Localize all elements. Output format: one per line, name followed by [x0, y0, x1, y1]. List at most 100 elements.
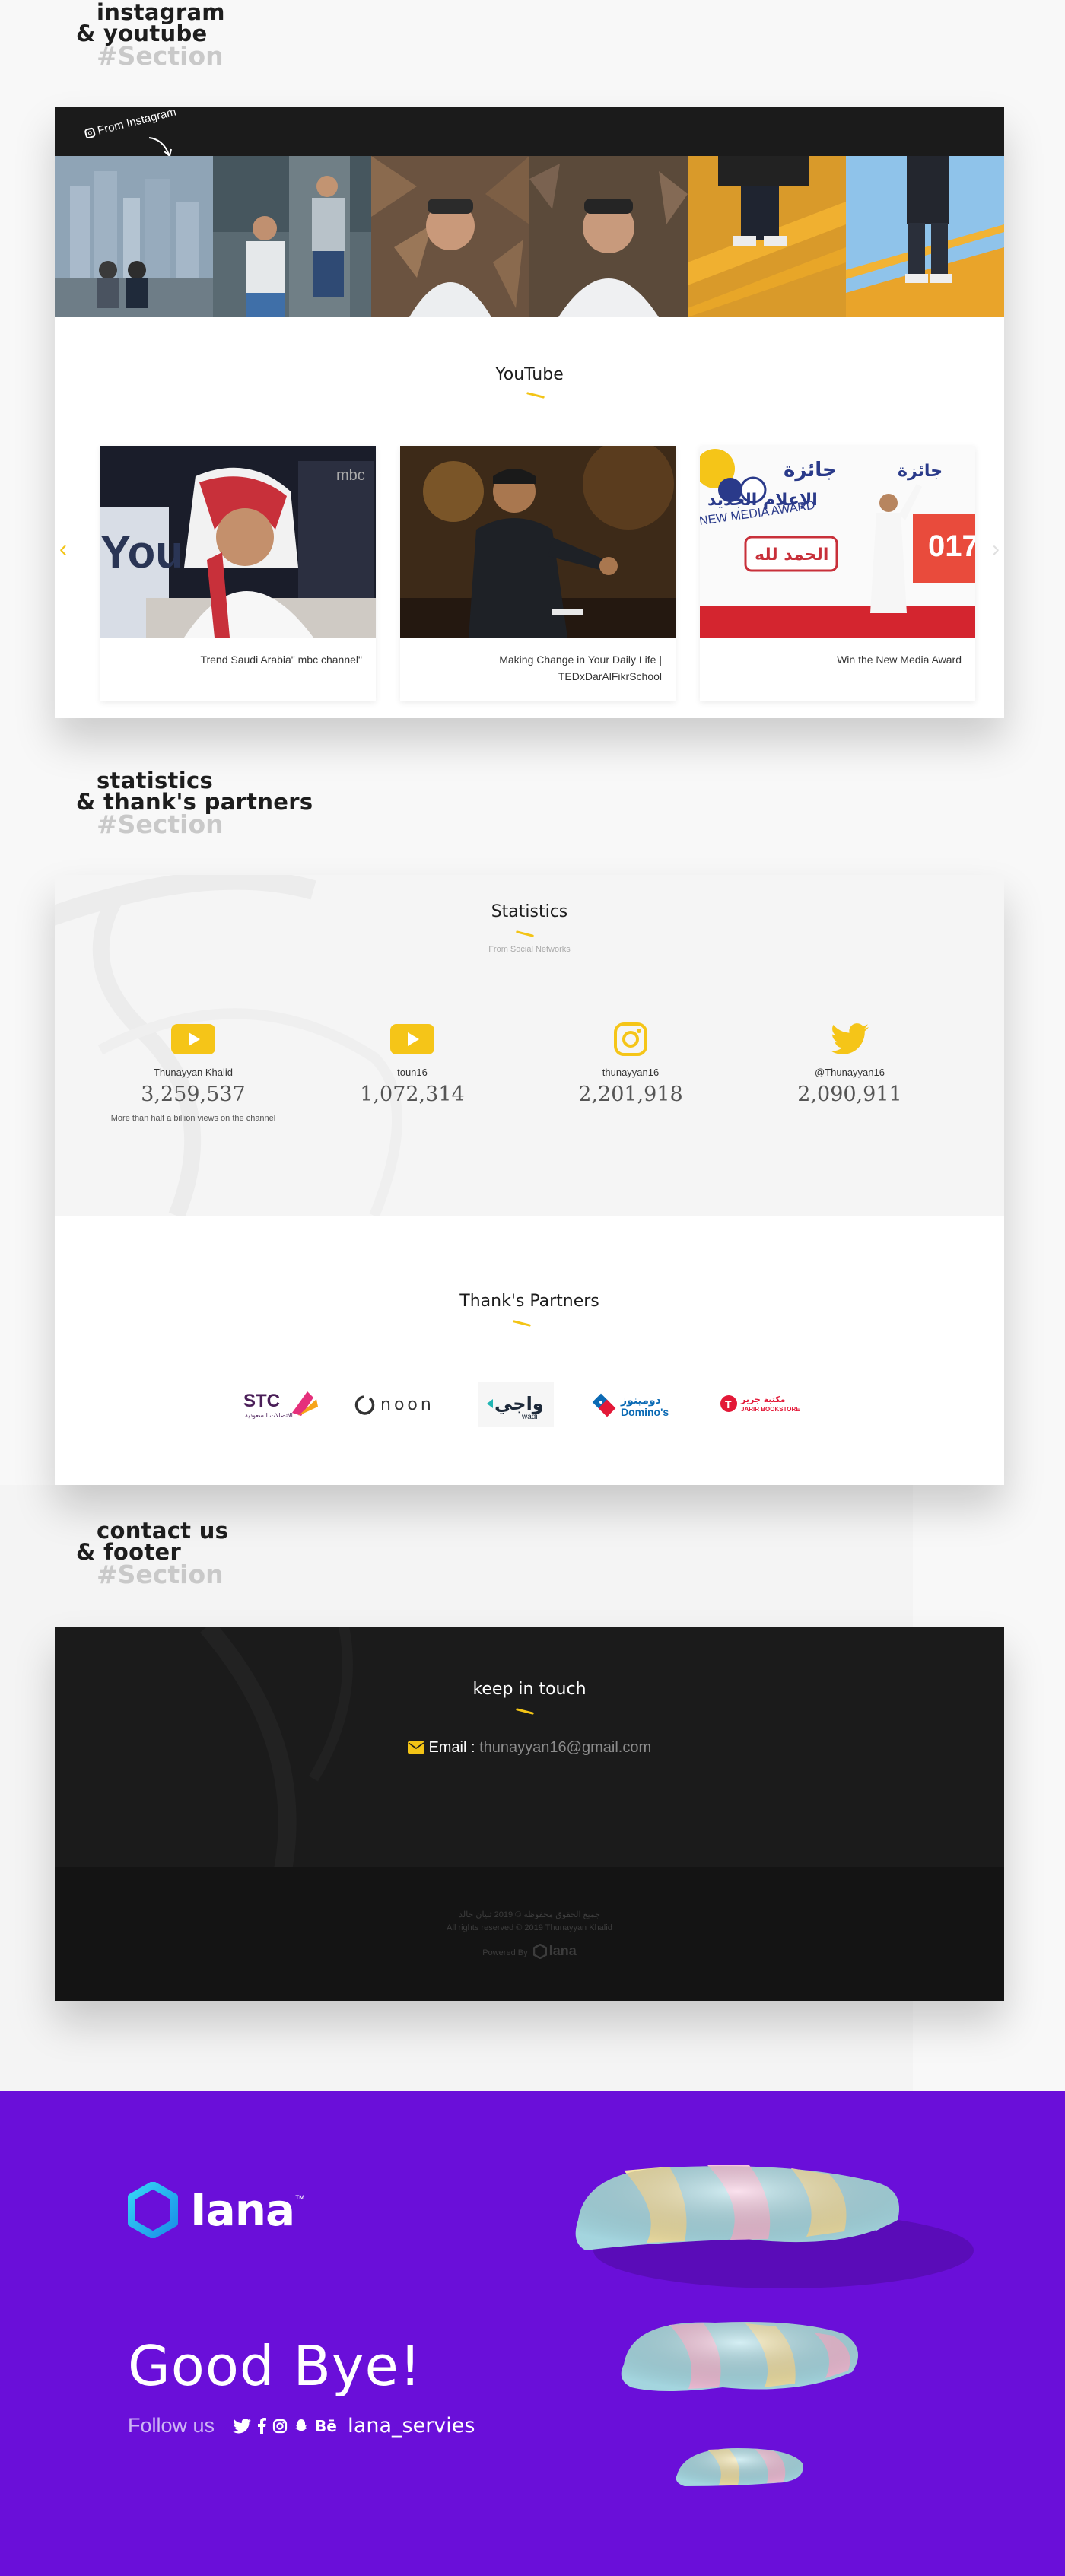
stat-name[interactable]: toun16 [306, 1067, 519, 1078]
partners-title: Thank's Partners [459, 1292, 599, 1311]
trademark: ™ [294, 2193, 306, 2205]
youtube-video-thumbnail[interactable] [400, 446, 676, 638]
youtube-title: YouTube [495, 365, 564, 384]
envelope-icon [407, 1741, 424, 1754]
contact-email[interactable]: Email : thunayyan16@gmail.com [55, 1739, 1004, 1757]
thumbnail-hamd-text: الحمد لله [755, 545, 828, 564]
social-icons: Bē [233, 2417, 337, 2435]
footer-powered-by[interactable]: Powered By Iana [55, 1943, 1004, 1960]
email-value[interactable]: thunayyan16@gmail.com [479, 1739, 651, 1756]
footer-copyright-arabic: جميع الحقوق محفوظة © 2019 ثنيان خالد [459, 1910, 600, 1919]
instagram-photo[interactable] [55, 156, 213, 317]
youtube-icon[interactable] [87, 1024, 300, 1054]
goodbye-heading: Good Bye! [128, 2334, 422, 2398]
partner-logo-sub: wadi [521, 1413, 538, 1421]
stat-value: 2,090,911 [797, 1083, 902, 1106]
youtube-video-thumbnail[interactable]: 017 جائزة الإعلام الجديد جائزة NEW MEDIA… [700, 446, 975, 638]
instagram-photo[interactable] [371, 156, 529, 317]
instagram-icon[interactable] [272, 2419, 288, 2434]
partner-logo-name: noon [380, 1395, 434, 1414]
stat-name[interactable]: thunayyan16 [524, 1067, 737, 1078]
stat-value: 3,259,537 [141, 1083, 246, 1106]
svg-text:T: T [725, 1398, 732, 1410]
partner-logo-name: STC [243, 1391, 280, 1411]
contact-title: keep in touch [472, 1680, 587, 1699]
instagram-icon [84, 127, 97, 139]
facebook-icon[interactable] [257, 2417, 267, 2434]
partner-logo-name: واجي [494, 1393, 544, 1414]
closing-banner: Iana ™ Good Bye! Follow us Bē Iana_servi… [0, 2091, 1065, 2576]
partner-logo-noon[interactable]: noon [353, 1382, 444, 1427]
instagram-bar: From Instagram [55, 106, 1004, 157]
youtube-video-card[interactable]: Making Change in Your Daily Life | TEDxD… [400, 446, 676, 701]
thumbnail-arabic-text: جائزة [898, 462, 943, 481]
instagram-photo[interactable] [529, 156, 688, 317]
snapchat-icon[interactable] [294, 2419, 309, 2434]
section-heading-line1: contact us [97, 1518, 229, 1544]
thumbnail-year-text: 017 [928, 530, 975, 563]
brand-name: Iana [190, 2184, 295, 2236]
thumbnail-arabic-text: جائزة [784, 459, 837, 482]
stat-item-twitter: @Thunayyan16 2,090,911 [743, 1023, 956, 1106]
twitter-icon[interactable] [233, 2418, 252, 2434]
section-tag: #Section [97, 41, 224, 71]
youtube-video-caption[interactable]: Trend Saudi Arabia" mbc channel" [100, 638, 376, 668]
partner-logo-name: دومينوز [620, 1395, 661, 1407]
statistics-subtitle: From Social Networks [488, 945, 571, 954]
youtube-icon[interactable] [306, 1024, 519, 1054]
stat-note: More than half a billion views on the ch… [110, 1114, 276, 1123]
accent-dash [512, 1320, 532, 1327]
stat-value: 2,201,918 [578, 1083, 683, 1106]
partner-logo-sub: JARIR BOOKSTORE [741, 1406, 800, 1413]
iana-logo-icon [532, 1943, 547, 1960]
stat-item-instagram: thunayyan16 2,201,918 [524, 1022, 737, 1106]
powered-by-label: Powered By [482, 1948, 528, 1957]
iana-logo[interactable]: Iana ™ [128, 2182, 305, 2238]
iana-logo-icon [128, 2182, 178, 2238]
contact-footer-card: keep in touch Email : thunayyan16@gmail.… [55, 1627, 1004, 2001]
section-tag: #Section [97, 1560, 224, 1589]
youtube-video-thumbnail[interactable]: You mbc [100, 446, 376, 638]
marshmallow-illustration [575, 2165, 974, 2486]
instagram-photo[interactable] [688, 156, 846, 317]
statistics-title: Statistics [491, 902, 568, 921]
carousel-prev-arrow-icon[interactable]: ‹ [59, 536, 67, 562]
follow-label: Follow us [128, 2414, 215, 2437]
follow-us-row: Follow us Bē Iana_servies [128, 2414, 475, 2438]
twitter-icon[interactable] [743, 1023, 956, 1054]
youtube-video-card[interactable]: You mbc Trend Saudi Arabia" mbc channel" [100, 446, 376, 701]
partner-logo-stc[interactable]: STC الاتصالات السعودية [237, 1382, 321, 1427]
section-heading-instagram-youtube: instagram & youtube #Section [76, 0, 225, 71]
instagram-youtube-card: From Instagram YouTube ‹ › You mbc Trend… [55, 106, 1004, 718]
stat-name[interactable]: @Thunayyan16 [743, 1067, 956, 1078]
stat-name[interactable]: Thunayyan Khalid [87, 1067, 300, 1078]
stat-value: 1,072,314 [360, 1083, 465, 1106]
partner-logo-sub: الاتصالات السعودية [245, 1412, 293, 1419]
youtube-video-caption[interactable]: Making Change in Your Daily Life | TEDxD… [400, 638, 676, 685]
partner-logo-dominos[interactable]: دومينوز Domino's [590, 1382, 682, 1427]
behance-icon[interactable]: Bē [315, 2417, 337, 2435]
instagram-photo[interactable] [213, 156, 371, 317]
partner-logo-sub: Domino's [621, 1406, 669, 1418]
footer: جميع الحقوق محفوظة © 2019 ثنيان خالد All… [55, 1867, 1004, 2001]
section-heading-line1: instagram [97, 0, 225, 25]
stat-item-youtube-second: toun16 1,072,314 [306, 1024, 519, 1106]
section-tag: #Section [97, 809, 224, 839]
instagram-photo-strip [55, 156, 1004, 317]
carousel-next-arrow-icon[interactable]: › [992, 536, 1000, 562]
powered-by-brand: Iana [548, 1943, 577, 1958]
footer-copyright: All rights reserved © 2019 Thunayyan Kha… [447, 1923, 612, 1932]
partner-logo-wadi[interactable]: واجي wadi [478, 1382, 554, 1427]
section-heading-statistics-partners: statistics & thank's partners #Section [76, 770, 313, 839]
youtube-video-card[interactable]: 017 جائزة الإعلام الجديد جائزة NEW MEDIA… [700, 446, 975, 701]
youtube-video-caption[interactable]: Win the New Media Award [700, 638, 975, 668]
social-handle[interactable]: Iana_servies [348, 2414, 475, 2438]
instagram-photo[interactable] [846, 156, 1004, 317]
accent-dash [526, 392, 545, 399]
svg-text:You: You [100, 526, 183, 577]
statistics-partners-card: Statistics From Social Networks Thunayya… [55, 875, 1004, 1485]
partner-logo-jarir[interactable]: T مكتبة جرير JARIR BOOKSTORE [717, 1382, 808, 1427]
stat-item-youtube-main: Thunayyan Khalid 3,259,537 More than hal… [87, 1024, 300, 1123]
instagram-icon[interactable] [524, 1022, 737, 1056]
email-label: Email : [428, 1739, 480, 1756]
